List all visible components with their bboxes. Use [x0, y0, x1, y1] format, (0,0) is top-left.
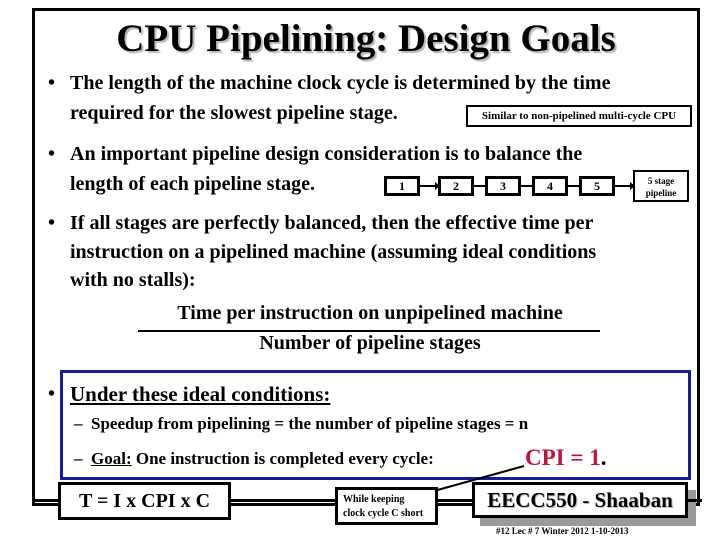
- frame-connector: [32, 499, 60, 502]
- callout-line: [422, 465, 525, 495]
- keeping-note: While keeping clock cycle C short: [335, 487, 438, 525]
- keeping-line-2: clock cycle C short: [343, 508, 424, 519]
- slide-footer: #12 Lec # 7 Winter 2012 1-10-2013: [496, 526, 629, 536]
- frame-connector: [438, 499, 472, 502]
- keeping-line-1: While keeping: [343, 494, 405, 505]
- frame-connector: [231, 499, 337, 502]
- formula-box: T = I x CPI x C: [58, 482, 231, 520]
- frame-connector: [688, 499, 702, 502]
- course-label: EECC550 - Shaaban: [472, 482, 688, 518]
